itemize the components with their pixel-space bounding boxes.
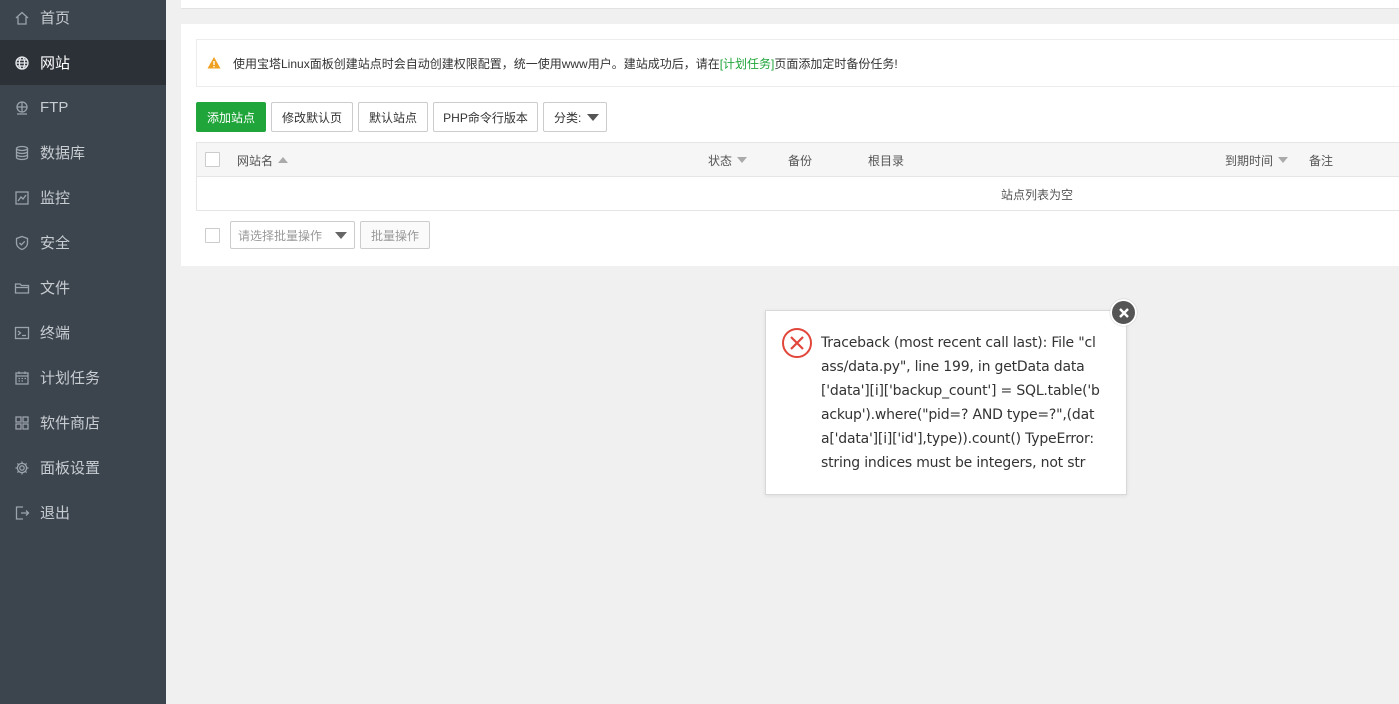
add-site-button[interactable]: 添加站点 xyxy=(196,102,266,132)
folder-icon xyxy=(14,280,30,296)
sidebar-item-label: 监控 xyxy=(40,190,71,207)
edit-default-page-button[interactable]: 修改默认页 xyxy=(271,102,353,132)
empty-row: 站点列表为空 xyxy=(197,177,1399,211)
sidebar-item-label: 计划任务 xyxy=(40,370,101,387)
column-label: 备注 xyxy=(1309,153,1334,168)
column-expire-time[interactable]: 到期时间 xyxy=(1225,143,1289,177)
column-label: 备份 xyxy=(788,153,813,168)
ftp-icon xyxy=(14,100,30,116)
warning-icon xyxy=(207,57,221,69)
gear-icon xyxy=(14,460,30,476)
sidebar-item-files[interactable]: 文件 xyxy=(0,265,166,310)
monitor-icon xyxy=(14,190,30,206)
column-label: 根目录 xyxy=(868,153,905,168)
category-label: 分类: xyxy=(554,110,582,125)
default-site-button[interactable]: 默认站点 xyxy=(358,102,428,132)
select-all-checkbox[interactable] xyxy=(205,152,220,167)
sort-down-icon xyxy=(1278,157,1289,163)
column-label: 到期时间 xyxy=(1225,153,1274,168)
empty-text: 站点列表为空 xyxy=(1001,187,1074,202)
column-site-name[interactable]: 网站名 xyxy=(237,143,289,177)
notice-bar: 使用宝塔Linux面板创建站点时会自动创建权限配置，统一使用www用户。建站成功… xyxy=(196,39,1399,87)
sidebar-item-cron[interactable]: 计划任务 xyxy=(0,355,166,400)
sidebar-item-terminal[interactable]: 终端 xyxy=(0,310,166,355)
header-panel xyxy=(181,0,1399,9)
column-status[interactable]: 状态 xyxy=(708,143,748,177)
chevron-down-icon xyxy=(587,113,600,121)
sidebar-item-database[interactable]: 数据库 xyxy=(0,130,166,175)
sidebar-item-home[interactable]: 首页 xyxy=(0,0,166,40)
sidebar-item-label: 退出 xyxy=(40,505,71,522)
error-message: Traceback (most recent call last): File … xyxy=(821,335,1100,471)
site-table: 网站名 状态 备份 根目录 到期时间 备注 站点列表为空 xyxy=(196,142,1399,211)
column-remark: 备注 xyxy=(1309,143,1333,177)
sort-down-icon xyxy=(737,157,748,163)
notice-text-suffix: 页面添加定时备份任务! xyxy=(774,56,898,71)
sidebar-item-settings[interactable]: 面板设置 xyxy=(0,445,166,490)
sidebar-item-website[interactable]: 网站 xyxy=(0,40,166,85)
column-root-dir: 根目录 xyxy=(868,143,904,177)
batch-select-placeholder: 请选择批量操作 xyxy=(238,228,323,243)
category-select[interactable]: 分类: xyxy=(543,102,607,132)
sidebar-item-label: 首页 xyxy=(40,10,71,27)
globe-icon xyxy=(14,55,30,71)
sidebar-item-label: FTP xyxy=(40,99,69,116)
batch-operation-select[interactable]: 请选择批量操作 xyxy=(230,221,355,249)
close-dialog-button[interactable] xyxy=(1110,299,1137,326)
column-label: 网站名 xyxy=(237,153,274,168)
sidebar: 首页 网站 FTP 数据库 监控 安全 文件 终端 计划任务 软件商店 面板设置 xyxy=(0,0,166,704)
grid-icon xyxy=(14,415,30,431)
sort-up-icon xyxy=(278,157,289,163)
sidebar-item-monitor[interactable]: 监控 xyxy=(0,175,166,220)
sidebar-item-label: 安全 xyxy=(40,235,71,252)
cron-link[interactable]: [计划任务] xyxy=(720,55,775,72)
sidebar-item-label: 终端 xyxy=(40,325,71,342)
close-icon xyxy=(1118,307,1129,318)
column-label: 状态 xyxy=(708,153,733,168)
batch-operation-button[interactable]: 批量操作 xyxy=(360,221,430,249)
sidebar-item-label: 面板设置 xyxy=(40,460,101,477)
error-dialog: Traceback (most recent call last): File … xyxy=(765,310,1127,495)
terminal-icon xyxy=(14,325,30,341)
home-icon xyxy=(14,10,30,26)
database-icon xyxy=(14,145,30,161)
sidebar-item-ftp[interactable]: FTP xyxy=(0,85,166,130)
error-icon xyxy=(782,328,812,358)
shield-icon xyxy=(14,235,30,251)
site-list-panel: 使用宝塔Linux面板创建站点时会自动创建权限配置，统一使用www用户。建站成功… xyxy=(181,24,1399,266)
batch-select-checkbox[interactable] xyxy=(205,228,220,243)
notice-text: 使用宝塔Linux面板创建站点时会自动创建权限配置，统一使用www用户。建站成功… xyxy=(233,56,720,71)
sidebar-item-store[interactable]: 软件商店 xyxy=(0,400,166,445)
sidebar-item-label: 网站 xyxy=(40,55,71,72)
chevron-down-icon xyxy=(335,232,347,239)
sidebar-item-logout[interactable]: 退出 xyxy=(0,490,166,535)
calendar-icon xyxy=(14,370,30,386)
column-backup: 备份 xyxy=(788,143,812,177)
sidebar-item-security[interactable]: 安全 xyxy=(0,220,166,265)
sidebar-item-label: 文件 xyxy=(40,280,71,297)
sidebar-item-label: 软件商店 xyxy=(40,415,101,432)
table-header: 网站名 状态 备份 根目录 到期时间 备注 xyxy=(197,143,1399,177)
php-cli-version-button[interactable]: PHP命令行版本 xyxy=(433,102,538,132)
sidebar-item-label: 数据库 xyxy=(40,145,86,162)
logout-icon xyxy=(14,505,30,521)
